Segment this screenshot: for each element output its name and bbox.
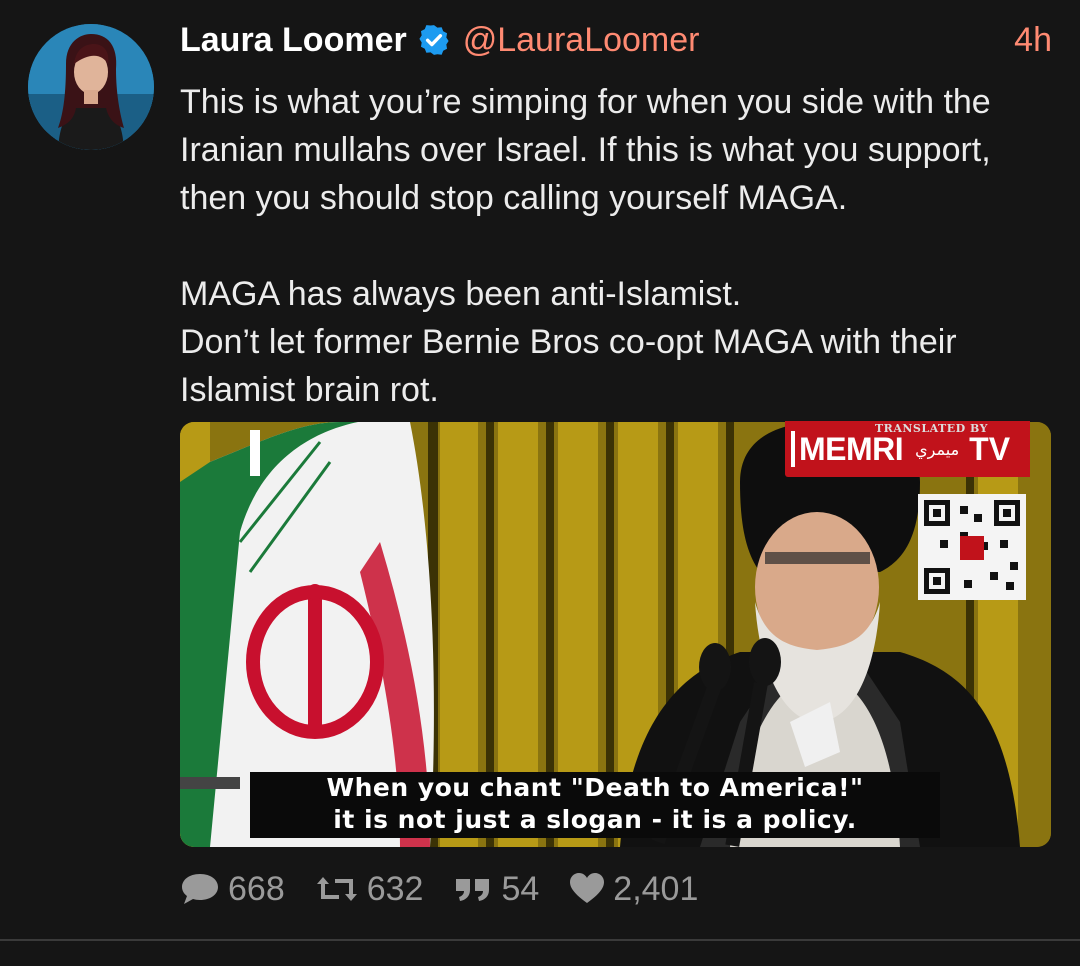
memri-translated-by: TRANSLATED BY: [875, 422, 988, 435]
retweet-count: 632: [366, 869, 424, 908]
like-button[interactable]: 2,401: [569, 870, 698, 909]
timestamp[interactable]: 4h: [1014, 21, 1052, 60]
tweet[interactable]: Laura Loomer @LauraLoomer 4h This is wha…: [0, 0, 1080, 966]
quote-icon: [456, 879, 490, 901]
verified-badge-icon: [417, 23, 451, 57]
divider: [0, 939, 1080, 941]
retweet-button[interactable]: 632: [315, 869, 424, 909]
video-marker: [250, 430, 260, 476]
quote-count: 54: [501, 869, 540, 908]
reply-button[interactable]: 668: [180, 870, 285, 909]
memri-name: MEMRI: [799, 430, 904, 467]
memri-arabic: ميمري: [915, 439, 960, 459]
memri-watermark: MEMRI ميمري TV TRANSLATED BY: [785, 421, 1030, 477]
like-count: 2,401: [613, 869, 699, 908]
video-subtitle: When you chant "Death to America!" it is…: [250, 772, 940, 838]
subtitle-line-2: it is not just a slogan - it is a policy…: [333, 805, 857, 834]
author-handle[interactable]: @LauraLoomer: [463, 21, 700, 60]
memri-tv: TV: [969, 430, 1011, 467]
tweet-text: This is what you’re simping for when you…: [180, 83, 991, 409]
tweet-header: Laura Loomer @LauraLoomer 4h: [180, 18, 1052, 62]
retweet-icon: [316, 877, 357, 901]
author-name[interactable]: Laura Loomer: [180, 21, 407, 60]
quote-button[interactable]: 54: [453, 870, 539, 909]
avatar[interactable]: [28, 24, 154, 150]
subtitle-line-1: When you chant "Death to America!": [326, 773, 864, 802]
reply-count: 668: [228, 869, 285, 908]
reply-icon: [182, 874, 218, 904]
heart-icon: [570, 873, 605, 903]
tweet-actions: 668 632 54 2,401: [180, 866, 728, 912]
